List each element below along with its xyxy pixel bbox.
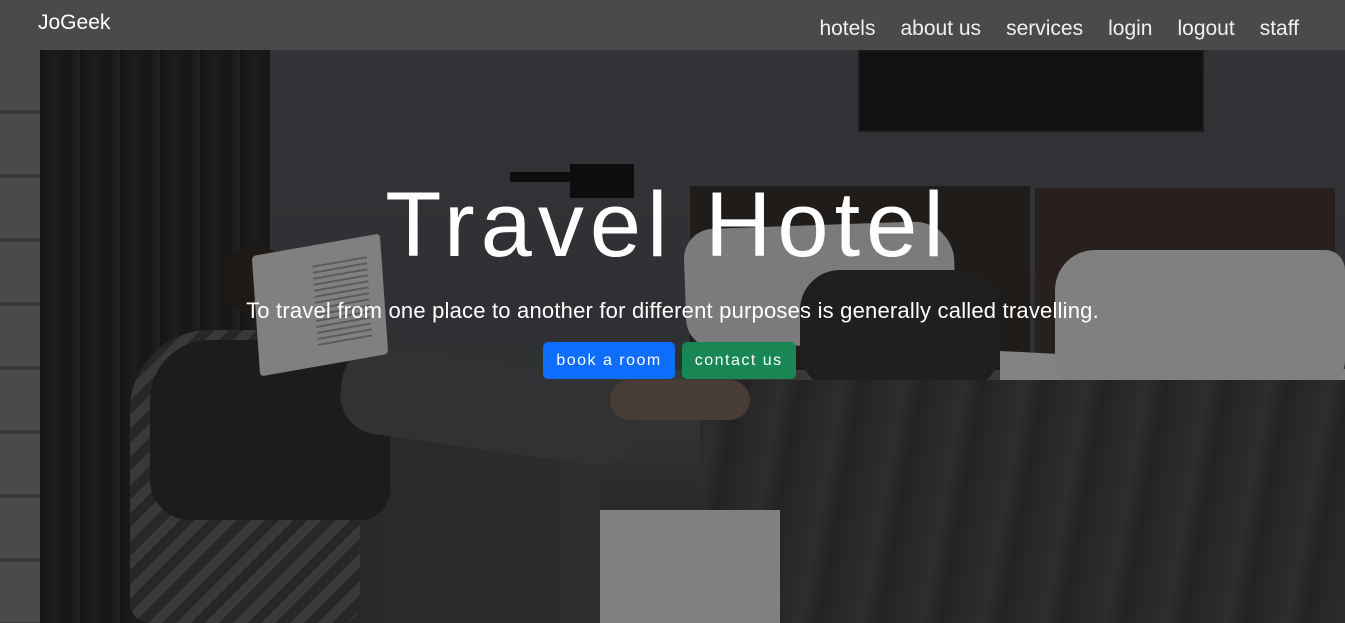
- nav-link-logout[interactable]: logout: [1177, 17, 1234, 41]
- hero-content: Travel Hotel To travel from one place to…: [0, 170, 1345, 379]
- nav-link-login[interactable]: login: [1108, 17, 1152, 41]
- nav-link-about-us[interactable]: about us: [900, 17, 981, 41]
- book-room-button[interactable]: book a room: [543, 342, 675, 379]
- nav-link-hotels[interactable]: hotels: [819, 17, 875, 41]
- hero-subtitle: To travel from one place to another for …: [246, 298, 1099, 323]
- nav-links: hotels about us services login logout st…: [794, 17, 1299, 41]
- hero-buttons: book a room contact us: [0, 342, 1345, 379]
- contact-us-button[interactable]: contact us: [681, 342, 796, 379]
- navbar: JoGeek hotels about us services login lo…: [0, 0, 1345, 50]
- nav-link-services[interactable]: services: [1006, 17, 1083, 41]
- nav-link-staff[interactable]: staff: [1260, 17, 1299, 41]
- brand-link[interactable]: JoGeek: [38, 11, 110, 35]
- hero-title: Travel Hotel: [385, 174, 950, 276]
